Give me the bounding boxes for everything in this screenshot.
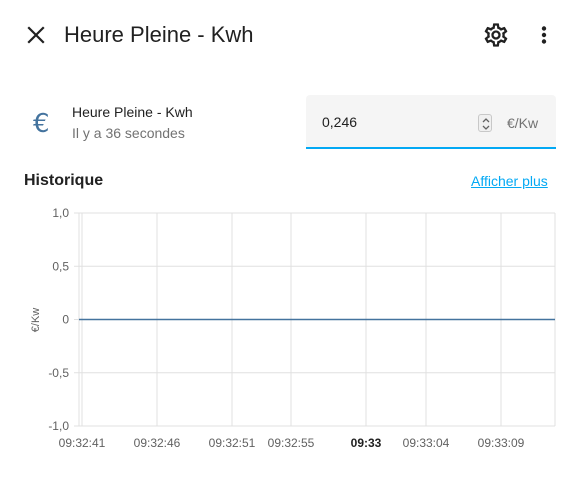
stepper-arrows-icon	[482, 118, 490, 130]
value-field[interactable]: €/Kw	[306, 95, 556, 149]
number-stepper[interactable]	[478, 114, 492, 132]
show-more-link[interactable]: Afficher plus	[471, 173, 548, 189]
unit-label: €/Kw	[507, 115, 539, 131]
y-tick-label: -0,5	[48, 366, 69, 380]
entity-last-changed: Il y a 36 secondes	[72, 125, 185, 141]
x-tick-label: 09:32:41	[59, 436, 106, 450]
x-tick-label: 09:32:46	[134, 436, 181, 450]
more-vert-icon	[541, 26, 547, 44]
x-tick-label: 09:33:04	[403, 436, 450, 450]
y-axis-label: €/Kw	[30, 308, 42, 333]
x-axis-ticks: 09:32:41 09:32:46 09:32:51 09:32:55 09:33 09:…	[59, 436, 525, 450]
entity-name[interactable]: Heure Pleine - Kwh	[72, 104, 193, 120]
euro-icon: €	[33, 109, 50, 139]
y-axis-ticks: 1,0 0,5 0 -0,5 -1,0	[48, 206, 69, 433]
close-icon	[27, 26, 45, 44]
more-options-button[interactable]	[530, 21, 558, 49]
settings-button[interactable]	[482, 21, 510, 49]
x-tick-label: 09:32:51	[209, 436, 256, 450]
dialog-header: Heure Pleine - Kwh	[0, 0, 578, 70]
x-tick-label: 09:32:55	[268, 436, 315, 450]
close-button[interactable]	[22, 21, 50, 49]
history-chart: 1,0 0,5 0 -0,5 -1,0 09:32:41 09:32:46 09:32:51…	[30, 206, 556, 450]
dialog-title: Heure Pleine - Kwh	[64, 22, 254, 47]
more-info-dialog: Heure Pleine - Kwh € Heure Pleine - Kwh …	[0, 0, 578, 495]
x-tick-label: 09:33	[351, 436, 382, 450]
y-tick-label: 1,0	[52, 206, 69, 220]
history-title: Historique	[24, 172, 104, 189]
x-tick-label: 09:33:09	[478, 436, 525, 450]
y-tick-label: -1,0	[48, 419, 69, 433]
y-tick-label: 0,5	[52, 259, 69, 273]
value-input[interactable]	[322, 112, 462, 132]
y-tick-label: 0	[62, 313, 69, 327]
gear-icon	[484, 23, 508, 47]
